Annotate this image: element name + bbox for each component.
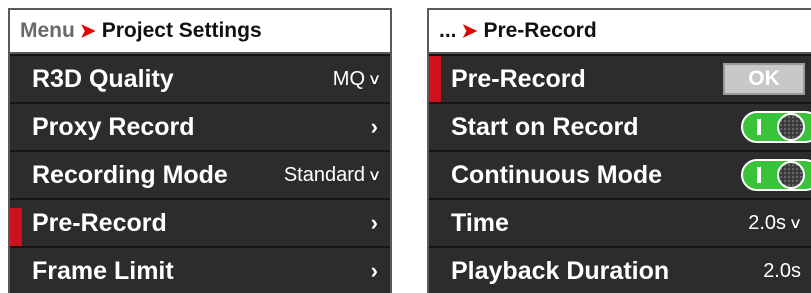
breadcrumb-parent[interactable]: Menu <box>20 19 75 43</box>
menu-row-label: R3D Quality <box>32 64 174 93</box>
menu-row-continuous-mode[interactable]: Continuous Mode <box>429 150 811 198</box>
toggle-knob <box>777 113 805 141</box>
menu-row-playback-duration: Playback Duration 2.0s <box>429 246 811 293</box>
start-on-record-toggle[interactable] <box>741 111 811 143</box>
panel-header: ... ➤ Pre-Record <box>429 10 811 54</box>
breadcrumb-separator-icon: ➤ <box>461 20 478 42</box>
menu-row-pre-record[interactable]: Pre-Record › <box>10 198 390 248</box>
chevron-right-icon: › <box>370 114 378 139</box>
panel-header: Menu ➤ Project Settings <box>10 10 390 54</box>
toggle-knob <box>777 161 805 189</box>
toggle-on-indicator <box>757 167 761 183</box>
dropdown-value: Standard <box>283 163 366 186</box>
menu-row-frame-limit[interactable]: Frame Limit › <box>10 246 390 293</box>
menu-row-recording-mode[interactable]: Recording Mode Standard ∨ <box>10 150 390 198</box>
caret-down-icon: ∨ <box>367 167 382 184</box>
page-title: Pre-Record <box>483 19 597 42</box>
menu-row-label: Pre-Record <box>32 208 167 237</box>
menu-row-label: Playback Duration <box>451 256 670 285</box>
continuous-mode-toggle[interactable] <box>741 159 811 191</box>
menu-row-r3d-quality[interactable]: R3D Quality MQ ∨ <box>10 54 390 102</box>
menu-row-time[interactable]: Time 2.0s ∨ <box>429 198 811 246</box>
caret-down-icon: ∨ <box>367 71 382 88</box>
menu-row-start-on-record[interactable]: Start on Record <box>429 102 811 150</box>
menu-row-proxy-record[interactable]: Proxy Record › <box>10 102 390 150</box>
breadcrumb-separator-icon: ➤ <box>79 20 96 42</box>
dropdown-value: MQ <box>332 67 366 90</box>
recording-mode-dropdown[interactable]: Standard ∨ <box>283 163 382 187</box>
menu-row-label: Pre-Record <box>451 64 586 93</box>
menu-row-pre-record-enable[interactable]: Pre-Record OK <box>429 54 811 102</box>
chevron-right-icon: › <box>370 258 378 283</box>
menu-row-label: Start on Record <box>451 112 639 141</box>
menu-row-label: Time <box>451 208 509 237</box>
pre-record-panel: ... ➤ Pre-Record Pre-Record OK Start on … <box>427 8 811 293</box>
dropdown-value: 2.0s <box>748 211 787 234</box>
menu-row-label: Proxy Record <box>32 112 195 141</box>
r3d-quality-dropdown[interactable]: MQ ∨ <box>332 67 382 91</box>
project-settings-panel: Menu ➤ Project Settings R3D Quality MQ ∨… <box>8 8 392 293</box>
ok-button[interactable]: OK <box>723 63 805 95</box>
chevron-right-icon: › <box>370 210 378 235</box>
time-dropdown[interactable]: 2.0s ∨ <box>748 211 803 235</box>
caret-down-icon: ∨ <box>788 215 803 232</box>
page-title: Project Settings <box>101 19 262 42</box>
menu-row-label: Continuous Mode <box>451 160 663 189</box>
playback-duration-value: 2.0s <box>763 259 801 282</box>
breadcrumb-parent[interactable]: ... <box>439 19 457 43</box>
menu-row-label: Frame Limit <box>32 256 174 285</box>
toggle-on-indicator <box>757 119 761 135</box>
menu-row-label: Recording Mode <box>32 160 228 189</box>
